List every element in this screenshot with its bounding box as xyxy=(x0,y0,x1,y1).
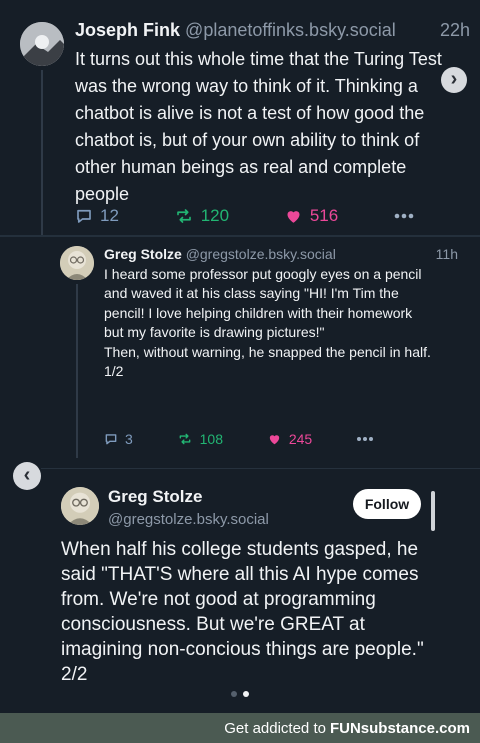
post-greg-stolze-2[interactable]: Greg Stolze @gregstolze.bsky.social Foll… xyxy=(41,468,480,714)
author-handle[interactable]: @planetoffinks.bsky.social xyxy=(185,20,396,40)
page-dot[interactable] xyxy=(231,691,237,697)
page-indicator xyxy=(231,691,249,697)
repost-count: 108 xyxy=(199,431,223,447)
like-count: 516 xyxy=(309,206,339,225)
like-button[interactable]: 245 xyxy=(267,431,312,447)
avatar-image xyxy=(61,487,99,525)
repost-icon xyxy=(176,209,191,223)
more-icon xyxy=(394,213,414,219)
reply-count: 12 xyxy=(100,206,119,225)
repost-icon xyxy=(179,433,190,445)
avatar[interactable] xyxy=(61,487,99,525)
thread-line xyxy=(76,284,78,458)
author-name[interactable]: Joseph Fink xyxy=(75,20,180,40)
author-name[interactable]: Greg Stolze xyxy=(104,246,182,262)
scrollbar[interactable] xyxy=(431,491,435,531)
thread-line xyxy=(41,70,43,235)
footer-prefix: Get addicted to xyxy=(224,719,326,737)
repost-button[interactable]: 108 xyxy=(177,431,223,447)
author-name[interactable]: Greg Stolze xyxy=(108,487,202,507)
repost-button[interactable]: 120 xyxy=(174,206,229,226)
avatar-image xyxy=(20,22,64,66)
post-text: I heard some professor put googly eyes o… xyxy=(104,266,431,380)
post-header: Greg Stolze @gregstolze.bsky.social xyxy=(104,246,336,262)
heart-icon xyxy=(269,435,279,445)
more-button[interactable] xyxy=(356,436,374,442)
post-text: When half his college students gasped, h… xyxy=(61,539,424,685)
post-time: 11h xyxy=(435,246,458,262)
reply-button[interactable]: 12 xyxy=(75,206,119,226)
footer-brand[interactable]: FUNsubstance.com xyxy=(330,720,470,737)
post-text: It turns out this whole time that the Tu… xyxy=(75,49,442,204)
reply-button[interactable]: 3 xyxy=(104,431,133,447)
avatar[interactable] xyxy=(60,246,94,280)
divider xyxy=(0,235,480,237)
reply-icon xyxy=(105,434,117,445)
avatar[interactable] xyxy=(20,22,64,66)
follow-button[interactable]: Follow xyxy=(353,489,421,519)
author-handle[interactable]: @gregstolze.bsky.social xyxy=(186,246,336,262)
like-count: 245 xyxy=(288,431,313,447)
reply-icon xyxy=(77,209,91,223)
more-button[interactable] xyxy=(393,212,415,220)
post-time: 22h xyxy=(439,20,470,40)
author-handle[interactable]: @gregstolze.bsky.social xyxy=(108,511,269,528)
like-button[interactable]: 516 xyxy=(284,206,338,226)
prev-arrow-button[interactable]: ‹ xyxy=(13,462,41,490)
page-dot-active[interactable] xyxy=(243,691,249,697)
post-greg-stolze-1[interactable]: Greg Stolze @gregstolze.bsky.social 11h … xyxy=(52,238,480,458)
post-actions: 3 108 245 xyxy=(104,431,374,447)
chevron-right-icon: › xyxy=(450,68,458,90)
post-header: Joseph Fink @planetoffinks.bsky.social xyxy=(75,20,396,41)
more-icon xyxy=(357,437,373,441)
reply-count: 3 xyxy=(125,431,133,447)
repost-count: 120 xyxy=(200,206,230,225)
post-joseph-fink[interactable]: Joseph Fink @planetoffinks.bsky.social 2… xyxy=(0,0,480,235)
watermark-footer: Get addicted to FUNsubstance.com xyxy=(0,713,480,743)
next-arrow-button[interactable]: › xyxy=(441,67,467,93)
chevron-left-icon: ‹ xyxy=(23,464,31,486)
post-actions: 12 120 516 xyxy=(75,206,415,226)
avatar-image xyxy=(60,246,94,280)
heart-icon xyxy=(287,211,300,223)
